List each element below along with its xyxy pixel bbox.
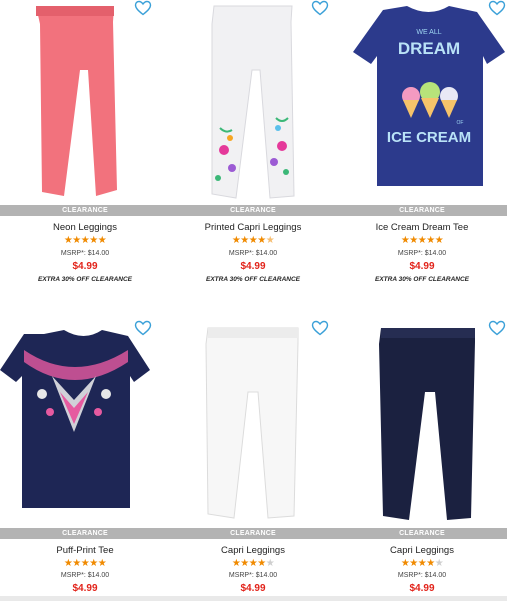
msrp-price: MSRP*: $14.00 [60, 250, 110, 257]
favorite-heart-icon[interactable] [311, 0, 329, 16]
sale-price: $4.99 [72, 261, 98, 272]
product-card-puff-print-tee[interactable]: CLEARANCE Puff-Print Tee ★★★★★ MSRP*: $1… [0, 320, 170, 596]
favorite-heart-icon[interactable] [134, 0, 152, 16]
promo-text: EXTRA 30% OFF CLEARANCE [374, 276, 470, 283]
rating-stars: ★★★★★ [400, 235, 444, 246]
rating-stars: ★★★★★ [231, 558, 275, 569]
rating-stars: ★★★★★ [63, 235, 107, 246]
ice-cream-tee-image[interactable]: WE ALL DREAM OF ICE CREAM [337, 0, 507, 204]
sale-price: $4.99 [409, 583, 435, 594]
product-card-neon-leggings[interactable]: CLEARANCE Neon Leggings ★★★★★ MSRP*: $14… [0, 0, 170, 290]
clearance-badge: CLEARANCE [168, 205, 338, 216]
white-capri-leggings-image[interactable] [168, 320, 338, 524]
msrp-price: MSRP*: $14.00 [228, 250, 278, 257]
sale-price: $4.99 [240, 261, 266, 272]
favorite-heart-icon[interactable] [488, 0, 506, 16]
product-card-capri-leggings-white[interactable]: CLEARANCE Capri Leggings ★★★★★ MSRP*: $1… [168, 320, 338, 596]
product-card-ice-cream-dream-tee[interactable]: WE ALL DREAM OF ICE CREAM CLEARANCE Ice … [337, 0, 507, 290]
clearance-badge: CLEARANCE [168, 528, 338, 539]
favorite-heart-icon[interactable] [311, 320, 329, 336]
clearance-badge: CLEARANCE [337, 205, 507, 216]
product-card-printed-capri-leggings[interactable]: CLEARANCE Printed Capri Leggings ★★★★★ M… [168, 0, 338, 290]
promo-text: EXTRA 30% OFF CLEARANCE [37, 276, 133, 283]
navy-capri-leggings-image[interactable] [337, 320, 507, 524]
clearance-badge: CLEARANCE [0, 205, 170, 216]
pink-leggings-image[interactable] [0, 0, 170, 204]
favorite-heart-icon[interactable] [488, 320, 506, 336]
product-name[interactable]: Printed Capri Leggings [168, 222, 338, 233]
product-name[interactable]: Neon Leggings [0, 222, 170, 233]
tee-print-line2: DREAM [398, 39, 460, 58]
tee-print-line4: ICE CREAM [387, 129, 471, 146]
sale-price: $4.99 [240, 583, 266, 594]
tee-print-line1: WE ALL [416, 29, 441, 36]
product-name[interactable]: Ice Cream Dream Tee [337, 222, 507, 233]
msrp-price: MSRP*: $14.00 [397, 250, 447, 257]
sale-price: $4.99 [72, 583, 98, 594]
product-name[interactable]: Capri Leggings [337, 545, 507, 556]
rating-stars: ★★★★★ [400, 558, 444, 569]
favorite-heart-icon[interactable] [134, 320, 152, 336]
msrp-price: MSRP*: $14.00 [397, 572, 447, 579]
clearance-badge: CLEARANCE [337, 528, 507, 539]
product-card-capri-leggings-navy[interactable]: CLEARANCE Capri Leggings ★★★★★ MSRP*: $1… [337, 320, 507, 596]
rating-stars: ★★★★★ [63, 558, 107, 569]
puff-print-tee-image[interactable] [0, 320, 170, 524]
msrp-price: MSRP*: $14.00 [228, 572, 278, 579]
clearance-badge: CLEARANCE [0, 528, 170, 539]
product-grid: CLEARANCE Neon Leggings ★★★★★ MSRP*: $14… [0, 0, 507, 601]
floral-capri-leggings-image[interactable] [168, 0, 338, 204]
tee-print-line3: OF [457, 120, 464, 126]
product-name[interactable]: Capri Leggings [168, 545, 338, 556]
msrp-price: MSRP*: $14.00 [60, 572, 110, 579]
page-bottom-divider [0, 596, 507, 601]
promo-text: EXTRA 30% OFF CLEARANCE [205, 276, 301, 283]
sale-price: $4.99 [409, 261, 435, 272]
product-name[interactable]: Puff-Print Tee [0, 545, 170, 556]
rating-stars: ★★★★★ [231, 235, 275, 246]
